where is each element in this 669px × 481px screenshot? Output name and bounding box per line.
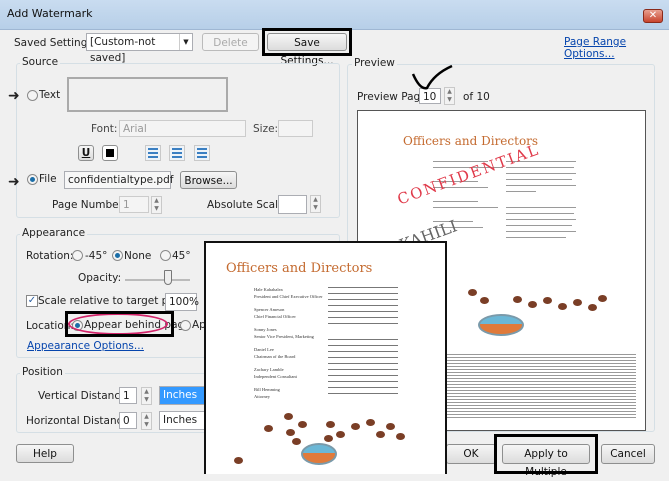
body-text-columns [436,354,636,419]
file-label: File [39,173,57,185]
align-right-icon[interactable] [194,145,210,161]
font-label: Font: [91,123,118,135]
chevron-down-icon: ▼ [179,34,192,50]
appear-on-top-radio[interactable] [180,320,191,331]
horizontal-distance-label: Horizontal Distance: [26,415,133,427]
page-number-spinner[interactable]: ▲ ▼ [151,196,162,214]
officer-title: Chief Financial Officer [254,314,296,319]
browse-button[interactable]: Browse... [180,171,237,189]
size-select[interactable] [278,120,313,137]
align-center-icon[interactable] [169,145,185,161]
overlay-doc-heading: Officers and Directors [226,261,373,276]
enlarged-page-overlay: Officers and Directors Hale Kahahalea Pr… [204,241,447,474]
position-title: Position [20,366,65,378]
scale-percent-value: 100% [169,296,200,308]
file-path-input[interactable]: confidentialtype.pdf [64,171,174,189]
window-title: Add Watermark [7,7,93,20]
preview-title: Preview [352,57,397,69]
color-button[interactable] [102,145,118,161]
rotation-none-radio[interactable] [112,250,123,261]
rotation-none-label: None [124,250,152,262]
officer-name: Daniel Lee [254,347,274,352]
appearance-options-link[interactable]: Appearance Options... [27,340,144,352]
page-number-input[interactable]: 1 [119,196,149,213]
saved-settings-select[interactable]: [Custom-not saved] ▼ [86,33,193,64]
annotation-box [494,434,598,474]
kahili-logo [301,443,337,465]
underline-button[interactable]: U [78,145,94,161]
title-bar: Add Watermark ✕ [0,0,669,30]
appearance-title: Appearance [20,227,88,239]
rotation-neg45-label: -45° [85,250,108,262]
saved-settings-label: Saved Settings: [14,37,97,49]
rotation-45-label: 45° [172,250,191,262]
annotation-box [262,28,352,56]
vertical-distance-label: Vertical Distance: [38,390,131,402]
opacity-slider-track[interactable] [125,279,190,281]
officer-title: Senior Vice President, Marketing [254,334,314,339]
officer-name: Zachary Lamble [254,367,284,372]
officer-name: Bill Hemming [254,387,280,392]
text-label: Text [39,89,61,101]
file-radio[interactable] [27,174,38,185]
delete-button[interactable]: Delete [202,33,259,51]
opacity-label: Opacity: [78,272,122,284]
officer-title: Chairman of the Board [254,354,296,359]
horizontal-distance-value: 0 [123,415,130,427]
text-radio[interactable] [27,90,38,101]
vertical-distance-value: 1 [123,390,130,402]
horizontal-distance-spinner[interactable]: ▲ ▼ [141,412,152,430]
file-path-value: confidentialtype.pdf [68,174,174,186]
officer-title: Independent Consultant [254,374,297,379]
officer-name: Hale Kahahalea [254,287,283,292]
arrow-annotation-icon: ➜ [8,88,20,104]
absolute-scale-spinner[interactable]: ▲ ▼ [310,195,321,213]
preview-page-total: of 10 [463,91,490,103]
watermark-text-input[interactable] [67,77,228,112]
source-title: Source [20,56,61,68]
absolute-scale-input[interactable] [278,195,307,214]
horizontal-unit-value: Inches [163,414,198,426]
ok-button[interactable]: OK [446,444,496,464]
officer-title: President and Chief Executive Officer [254,294,323,299]
cancel-button[interactable]: Cancel [601,444,655,464]
close-icon[interactable]: ✕ [643,9,663,23]
body-text [328,287,398,327]
arrow-annotation-icon: ➜ [8,174,20,190]
vertical-distance-spinner[interactable]: ▲ ▼ [141,387,152,405]
opacity-slider-handle[interactable] [164,270,172,285]
body-text [328,339,398,397]
rotation-label: Rotation: [26,250,74,262]
checkmark-annotation-icon [411,64,453,90]
scale-checkbox[interactable]: ✓ [26,295,38,307]
officer-name: Sonny Jones [254,327,277,332]
page-range-options-link[interactable]: Page Range Options... [564,36,669,60]
officer-name: Spencer Ameson [254,307,285,312]
page-number-value: 1 [123,199,130,211]
saved-settings-value: [Custom-not saved] [90,36,156,64]
scale-percent-input[interactable]: 100% [165,293,200,311]
align-left-icon[interactable] [145,145,161,161]
help-button[interactable]: Help [16,444,74,463]
font-select[interactable]: Arial [119,120,246,137]
kahili-logo [478,314,524,336]
watermark-confidential: CONFIDENTIAL [394,140,543,209]
absolute-scale-label: Absolute Scale: [207,199,289,211]
page-number-label: Page Number: [52,199,127,211]
font-value: Arial [123,123,147,135]
annotation-box [65,311,174,337]
vertical-unit-value: Inches [163,389,198,401]
rotation-45-radio[interactable] [160,250,171,261]
rotation-neg45-radio[interactable] [72,250,83,261]
size-label: Size: [253,123,279,135]
horizontal-distance-input[interactable]: 0 [119,412,137,429]
officer-title: Attorney [254,394,270,399]
vertical-distance-input[interactable]: 1 [119,387,137,404]
